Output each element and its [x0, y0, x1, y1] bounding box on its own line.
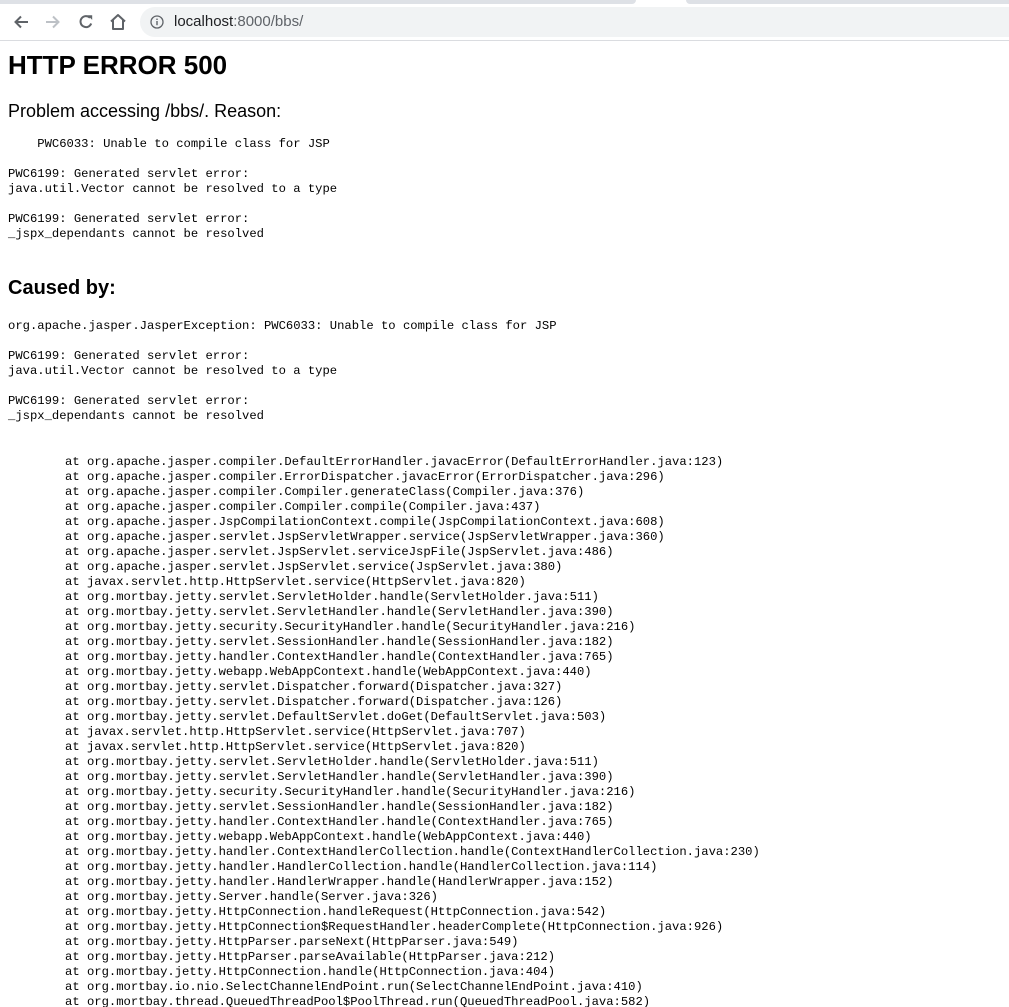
stack-frame: at org.mortbay.jetty.servlet.DefaultServ… — [65, 710, 607, 724]
stack-frame: at org.mortbay.jetty.servlet.ServletHold… — [65, 755, 599, 769]
error-line: _jspx_dependants cannot be resolved — [8, 227, 264, 241]
stack-frame: at org.mortbay.jetty.servlet.SessionHand… — [65, 635, 614, 649]
stack-frame: at org.mortbay.thread.QueuedThreadPool$P… — [65, 995, 651, 1007]
stack-frame: at org.apache.jasper.compiler.ErrorDispa… — [65, 470, 665, 484]
browser-tab[interactable] — [0, 0, 636, 4]
stack-frame: at org.mortbay.jetty.security.SecurityHa… — [65, 785, 636, 799]
stack-frame: at org.mortbay.jetty.servlet.ServletHand… — [65, 605, 614, 619]
stack-trace: at org.apache.jasper.compiler.DefaultErr… — [65, 455, 760, 1007]
stack-frame: at org.mortbay.io.nio.SelectChannelEndPo… — [65, 980, 643, 994]
error-line: PWC6199: Generated servlet error: — [8, 349, 250, 363]
stack-frame: at org.mortbay.jetty.HttpConnection$Requ… — [65, 920, 724, 934]
stack-frame: at org.mortbay.jetty.servlet.Dispatcher.… — [65, 695, 563, 709]
error-line: PWC6199: Generated servlet error: — [8, 394, 250, 408]
address-bar[interactable]: localhost:8000/bbs/ — [140, 7, 1009, 37]
reason-heading: Problem accessing /bbs/. Reason: — [8, 101, 282, 121]
stack-frame: at org.apache.jasper.servlet.JspServlet.… — [65, 560, 563, 574]
url-text[interactable]: localhost:8000/bbs/ — [174, 13, 303, 31]
stack-frame: at javax.servlet.http.HttpServlet.servic… — [65, 740, 526, 754]
error-line: _jspx_dependants cannot be resolved — [8, 409, 264, 423]
forward-button[interactable] — [40, 9, 66, 35]
stack-frame: at org.mortbay.jetty.servlet.SessionHand… — [65, 800, 614, 814]
stack-frame: at org.mortbay.jetty.handler.ContextHand… — [65, 650, 614, 664]
stack-frame: at org.mortbay.jetty.handler.ContextHand… — [65, 815, 614, 829]
exception-message: org.apache.jasper.JasperException: PWC60… — [8, 319, 557, 333]
stack-frame: at org.mortbay.jetty.HttpParser.parseNex… — [65, 935, 519, 949]
stack-frame: at org.mortbay.jetty.webapp.WebAppContex… — [65, 830, 592, 844]
stack-frame: at org.mortbay.jetty.handler.ContextHand… — [65, 845, 760, 859]
stack-frame: at org.apache.jasper.servlet.JspServletW… — [65, 530, 665, 544]
reload-button[interactable] — [73, 9, 99, 35]
home-icon — [110, 14, 126, 30]
forward-arrow-icon — [46, 15, 60, 29]
page-content: HTTP ERROR 500 Problem accessing /bbs/. … — [0, 41, 1009, 1007]
stack-frame: at org.mortbay.jetty.HttpParser.parseAva… — [65, 950, 556, 964]
stack-frame: at org.mortbay.jetty.HttpConnection.hand… — [65, 905, 607, 919]
error-line: PWC6199: Generated servlet error: — [8, 167, 250, 181]
browser-toolbar: localhost:8000/bbs/ — [0, 5, 1009, 41]
back-button[interactable] — [8, 9, 34, 35]
url-host: localhost — [174, 13, 234, 30]
error-line: java.util.Vector cannot be resolved to a… — [8, 364, 338, 378]
stack-frame: at org.mortbay.jetty.servlet.ServletHand… — [65, 770, 614, 784]
stack-frame: at javax.servlet.http.HttpServlet.servic… — [65, 725, 526, 739]
home-button[interactable] — [105, 9, 131, 35]
stack-frame: at org.mortbay.jetty.Server.handle(Serve… — [65, 890, 438, 904]
page-title: HTTP ERROR 500 — [8, 50, 228, 80]
stack-frame: at org.apache.jasper.servlet.JspServlet.… — [65, 545, 614, 559]
reason-message: PWC6033: Unable to compile class for JSP — [8, 137, 330, 151]
error-line: java.util.Vector cannot be resolved to a… — [8, 182, 338, 196]
reload-icon — [79, 15, 93, 29]
stack-frame: at org.mortbay.jetty.servlet.ServletHold… — [65, 590, 599, 604]
error-line: PWC6199: Generated servlet error: — [8, 212, 250, 226]
stack-frame: at org.mortbay.jetty.security.SecurityHa… — [65, 620, 636, 634]
stack-frame: at org.mortbay.jetty.servlet.Dispatcher.… — [65, 680, 563, 694]
browser-tab[interactable] — [686, 0, 1009, 4]
stack-frame: at org.apache.jasper.compiler.DefaultErr… — [65, 455, 724, 469]
back-arrow-icon — [14, 15, 28, 29]
stack-frame: at org.mortbay.jetty.handler.HandlerColl… — [65, 860, 658, 874]
info-icon[interactable] — [150, 15, 164, 29]
caused-by-heading: Caused by: — [8, 277, 116, 299]
stack-frame: at org.mortbay.jetty.webapp.WebAppContex… — [65, 665, 592, 679]
url-path: :8000/bbs/ — [233, 13, 304, 30]
stack-frame: at org.mortbay.jetty.handler.HandlerWrap… — [65, 875, 614, 889]
stack-frame: at org.apache.jasper.compiler.Compiler.g… — [65, 485, 585, 499]
stack-frame: at org.mortbay.jetty.HttpConnection.hand… — [65, 965, 556, 979]
stack-frame: at org.apache.jasper.compiler.Compiler.c… — [65, 500, 541, 514]
stack-frame: at javax.servlet.http.HttpServlet.servic… — [65, 575, 526, 589]
stack-frame: at org.apache.jasper.JspCompilationConte… — [65, 515, 665, 529]
